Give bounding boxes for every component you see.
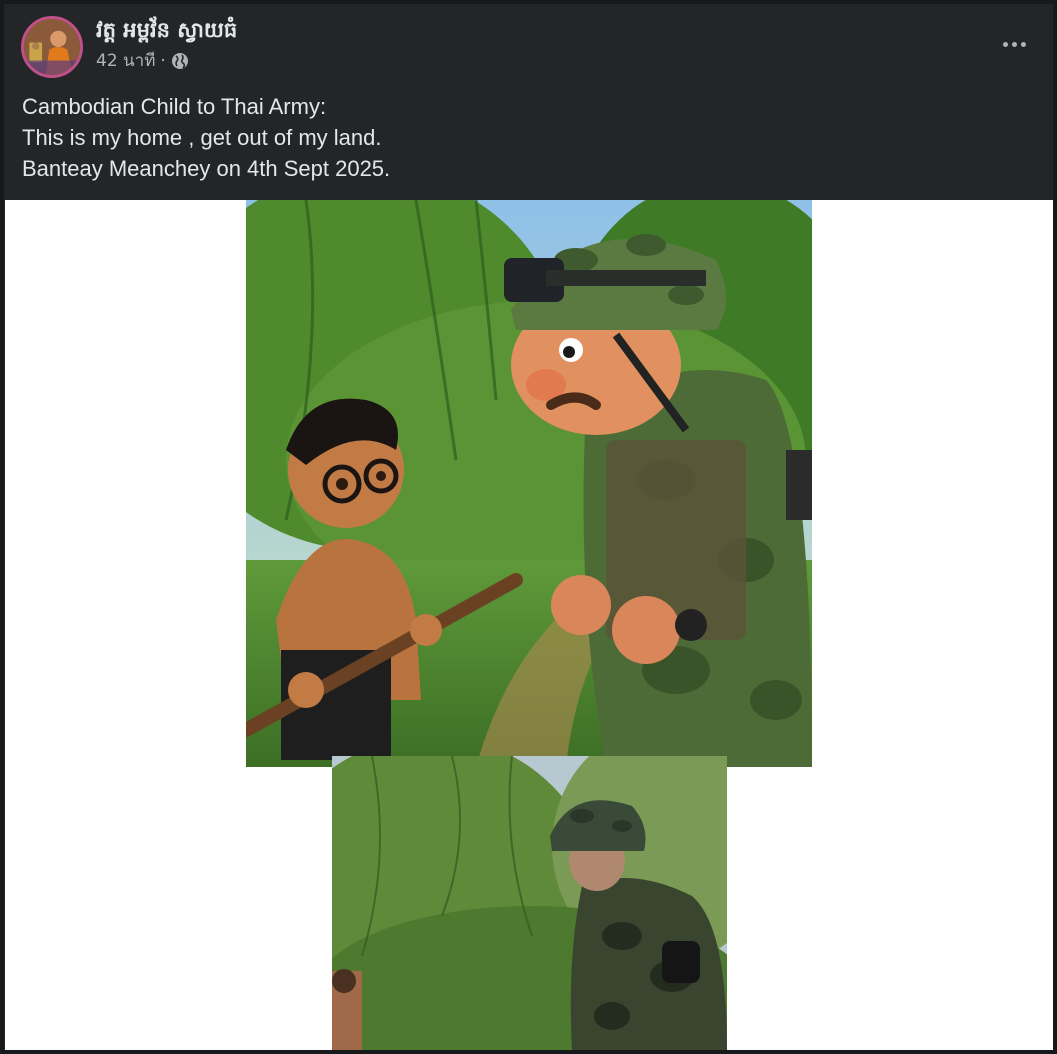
meta-separator: ·: [160, 51, 166, 71]
caption-line: Cambodian Child to Thai Army:: [22, 94, 327, 119]
more-horizontal-icon: [1002, 41, 1008, 47]
more-options-button[interactable]: [997, 30, 1031, 58]
avatar[interactable]: [21, 16, 83, 78]
post-media: [5, 200, 1053, 1050]
more-dot: [1011, 41, 1017, 47]
author-name[interactable]: វត្ត អម្ពវ័ន ស្វាយធំ: [96, 16, 237, 44]
caption-line: Banteay Meanchey on 4th Sept 2025.: [22, 156, 391, 181]
post-timestamp[interactable]: 42 นาที: [96, 50, 155, 72]
post-meta: 42 นาที ·: [96, 50, 189, 72]
globe-icon[interactable]: [171, 52, 189, 70]
more-dot: [1020, 41, 1026, 47]
post-card: វត្ត អម្ពវ័ន ស្វាយធំ 42 นาที · Cambodian…: [4, 4, 1053, 1050]
post-header: វត្ត អម្ពវ័ន ស្វាយធំ 42 นาที ·: [4, 4, 1053, 88]
illustration-image[interactable]: [246, 200, 812, 767]
post-caption: Cambodian Child to Thai Army: This is my…: [22, 91, 390, 184]
caption-line: This is my home , get out of my land.: [22, 125, 382, 150]
avatar-icon: [24, 19, 80, 75]
photo-image[interactable]: [332, 756, 727, 1050]
